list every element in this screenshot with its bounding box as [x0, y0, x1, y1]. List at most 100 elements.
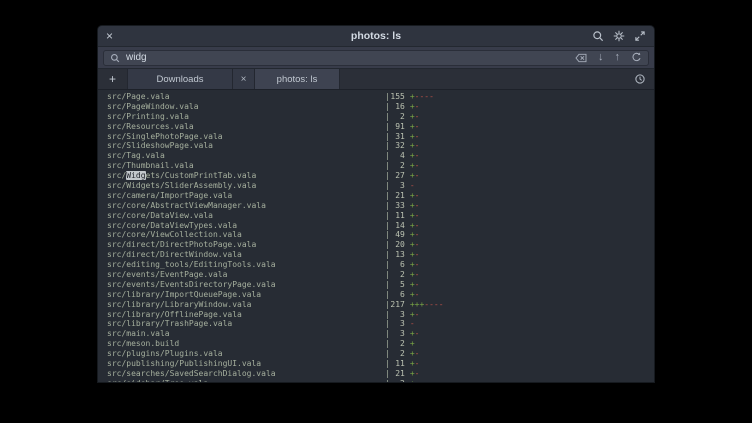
search-query-text: widg — [126, 53, 147, 63]
search-match-highlight: Widg — [126, 171, 145, 180]
minus-marks: - — [415, 359, 420, 368]
window-close-button[interactable]: × — [106, 30, 122, 42]
search-icon — [110, 53, 120, 63]
minus-marks: - — [415, 211, 420, 220]
minus-marks: - — [410, 319, 415, 328]
diff-stat-line: src/Printing.vala|2+- — [107, 112, 654, 122]
file-path: src/PageWindow.vala — [107, 102, 385, 112]
diff-stat-line: src/Thumbnail.vala|2+- — [107, 161, 654, 171]
file-path: src/Printing.vala — [107, 112, 385, 122]
diff-stat-line: src/Widgets/CustomPrintTab.vala|27+- — [107, 171, 654, 181]
diff-stat-line: src/core/DataView.vala|11+- — [107, 211, 654, 221]
change-count: 21 — [390, 369, 405, 379]
minus-marks: ---- — [415, 92, 434, 101]
fullscreen-icon[interactable] — [634, 30, 646, 42]
change-count: 4 — [390, 151, 405, 161]
diff-stat-line: src/main.vala|3+- — [107, 329, 654, 339]
diff-stat-line: src/searches/SavedSearchDialog.vala|21+- — [107, 369, 654, 379]
tab-photos-ls-label: photos: ls — [277, 74, 318, 85]
next-match-arrow-down-icon[interactable]: ↓ — [598, 52, 604, 63]
diff-stat-line: src/Resources.vala|91+- — [107, 122, 654, 132]
file-path: src/Page.vala — [107, 92, 385, 102]
change-count: 27 — [390, 171, 405, 181]
terminal-output[interactable]: src/Page.vala|155+----src/PageWindow.val… — [98, 90, 654, 382]
diff-marks: +- — [410, 290, 420, 300]
minus-marks: - — [415, 122, 420, 131]
file-path: src/core/DataViewTypes.vala — [107, 221, 385, 231]
file-path: src/plugins/Plugins.vala — [107, 349, 385, 359]
file-path: src/publishing/PublishingUI.vala — [107, 359, 385, 369]
change-count: 49 — [390, 230, 405, 240]
change-count: 3 — [390, 181, 405, 191]
new-tab-button[interactable]: + — [98, 69, 128, 89]
tab-downloads[interactable]: Downloads — [128, 69, 233, 89]
history-clock-icon[interactable] — [626, 69, 654, 89]
file-path: src/Widgets/CustomPrintTab.vala — [107, 171, 385, 181]
file-path: src/events/EventPage.vala — [107, 270, 385, 280]
file-path: src/meson.build — [107, 339, 385, 349]
file-path: src/library/TrashPage.vala — [107, 319, 385, 329]
diff-marks: + — [410, 339, 415, 349]
minus-marks: - — [415, 329, 420, 338]
diff-marks: - — [410, 319, 415, 329]
file-path: src/Resources.vala — [107, 122, 385, 132]
minus-marks: - — [415, 191, 420, 200]
diff-stat-line: src/Page.vala|155+---- — [107, 92, 654, 102]
minus-marks: ---- — [424, 300, 443, 309]
plus-marks: +++ — [410, 300, 424, 309]
change-count: 91 — [390, 122, 405, 132]
file-path: src/editing_tools/EditingTools.vala — [107, 260, 385, 270]
file-path: src/Tag.vala — [107, 151, 385, 161]
diff-stat-line: src/plugins/Plugins.vala|2+- — [107, 349, 654, 359]
diff-stat-line: src/direct/DirectWindow.vala|13+- — [107, 250, 654, 260]
window-title: photos: ls — [98, 30, 654, 42]
change-count: 32 — [390, 141, 405, 151]
minus-marks: - — [415, 112, 420, 121]
tab-downloads-close-button[interactable]: × — [233, 69, 255, 89]
diff-marks: +- — [410, 161, 420, 171]
diff-marks: +- — [410, 280, 420, 290]
diff-stat-line: src/meson.build|2+ — [107, 339, 654, 349]
change-count: 11 — [390, 359, 405, 369]
change-count: 3 — [390, 329, 405, 339]
diff-marks: +- — [410, 151, 420, 161]
diff-stat-line: src/library/ImportQueuePage.vala|6+- — [107, 290, 654, 300]
minus-marks: - — [415, 280, 420, 289]
file-path: src/main.vala — [107, 329, 385, 339]
diff-stat-line: src/events/EventPage.vala|2+- — [107, 270, 654, 280]
change-count: 16 — [390, 102, 405, 112]
gear-icon[interactable] — [613, 30, 625, 42]
file-path: src/direct/DirectPhotoPage.vala — [107, 240, 385, 250]
diff-marks: +- — [410, 359, 420, 369]
diff-marks: +- — [410, 349, 420, 359]
diff-stat-line: src/SlideshowPage.vala|32+- — [107, 141, 654, 151]
search-icon[interactable] — [592, 30, 604, 42]
minus-marks: - — [415, 161, 420, 170]
file-path: src/SinglePhotoPage.vala — [107, 132, 385, 142]
change-count: 2 — [390, 270, 405, 280]
diff-stat-line: src/events/EventsDirectoryPage.vala|5+- — [107, 280, 654, 290]
diff-stat-line: src/Tag.vala|4+- — [107, 151, 654, 161]
backspace-clear-icon[interactable] — [575, 53, 587, 63]
diff-marks: +- — [410, 379, 420, 382]
prev-match-arrow-up-icon[interactable]: ↑ — [615, 52, 621, 63]
wrap-around-icon[interactable] — [631, 52, 642, 63]
change-count: 2 — [390, 379, 405, 382]
change-count: 217 — [390, 300, 405, 310]
tab-photos-ls[interactable]: photos: ls — [255, 69, 340, 89]
diff-marks: +++---- — [410, 300, 444, 310]
minus-marks: - — [415, 260, 420, 269]
minus-marks: - — [415, 201, 420, 210]
titlebar-actions — [592, 30, 646, 42]
plus-marks: + — [410, 339, 415, 348]
diff-stat-line: src/camera/ImportPage.vala|21+- — [107, 191, 654, 201]
file-path: src/library/LibraryWindow.vala — [107, 300, 385, 310]
file-path: src/sidebar/Tree.vala — [107, 379, 385, 382]
diff-marks: +- — [410, 270, 420, 280]
file-path: src/Widgets/SliderAssembly.vala — [107, 181, 385, 191]
change-count: 14 — [390, 221, 405, 231]
diff-marks: +- — [410, 230, 420, 240]
diff-marks: +- — [410, 102, 420, 112]
diff-stat-line: src/editing_tools/EditingTools.vala|6+- — [107, 260, 654, 270]
search-input[interactable]: widg ↓ ↑ — [103, 50, 649, 66]
